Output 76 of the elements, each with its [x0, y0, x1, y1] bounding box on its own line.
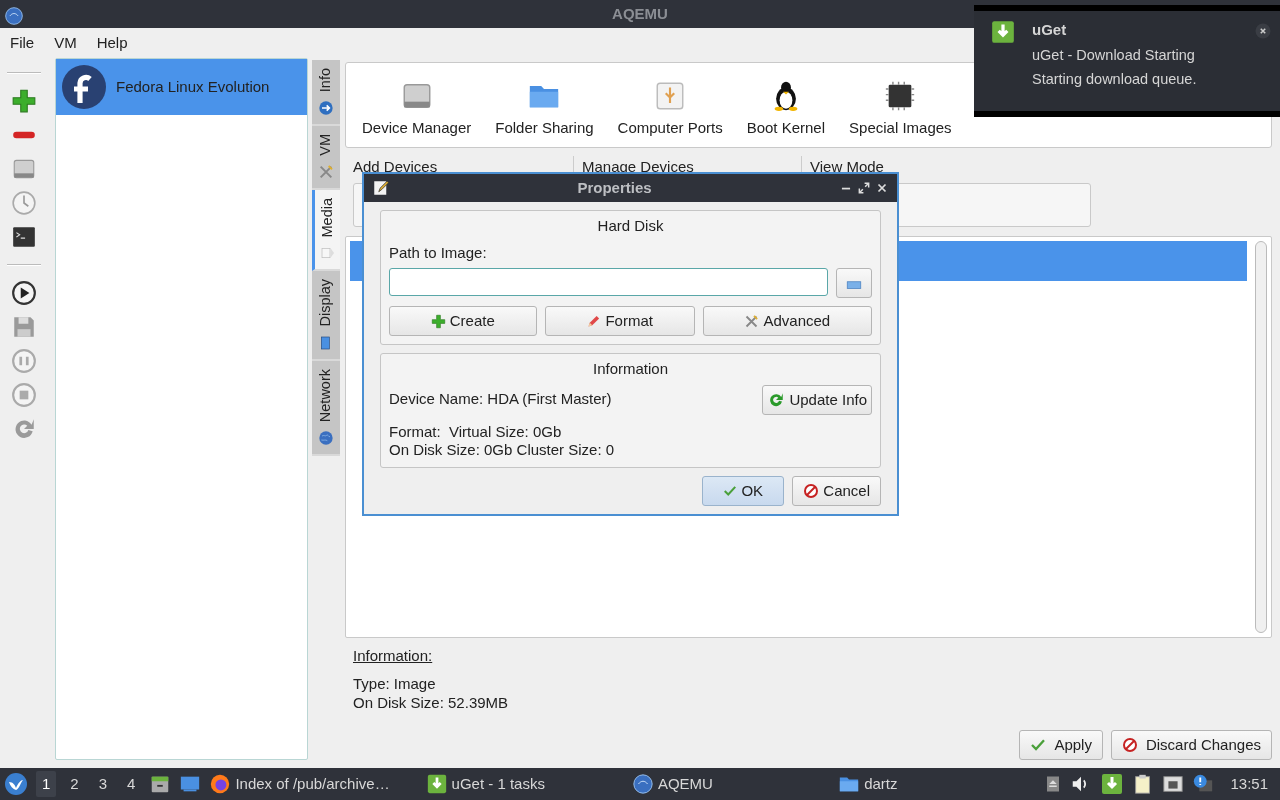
start-menu-icon[interactable]: [4, 772, 28, 796]
tools-icon: [744, 313, 760, 329]
group-label: Add Devices: [353, 157, 439, 177]
workspace-button[interactable]: 4: [121, 770, 142, 798]
toolbar-button[interactable]: Folder Sharing: [483, 78, 606, 147]
discard-button[interactable]: Discard Changes: [1110, 730, 1272, 760]
notification-title: uGet - Download Starting: [1032, 45, 1196, 65]
side-tab[interactable]: Media: [312, 189, 340, 272]
download-icon[interactable]: [1100, 772, 1125, 796]
update-info-button[interactable]: Update Info: [762, 384, 872, 415]
scrollbar[interactable]: [1255, 241, 1267, 633]
download-icon: [425, 773, 448, 795]
toolbar-button[interactable]: Boot Kernel: [734, 78, 838, 147]
plus-icon: [430, 313, 446, 329]
workspace-button[interactable]: 3: [92, 770, 114, 798]
apply-button[interactable]: Apply: [1019, 730, 1103, 760]
side-tab[interactable]: Network: [312, 361, 340, 457]
play-icon[interactable]: [11, 280, 37, 306]
toolbar-button[interactable]: Computer Ports: [605, 78, 735, 147]
taskbar-task[interactable]: dartz: [838, 772, 1037, 796]
toolbar-button[interactable]: Device Manager: [350, 78, 484, 147]
eraser-icon: [586, 313, 602, 329]
device-name: Device Name: HDA (First Master): [389, 389, 612, 410]
side-tab[interactable]: Display: [312, 271, 340, 361]
add-icon[interactable]: [11, 88, 37, 114]
close-icon[interactable]: [1254, 22, 1272, 41]
vm-list-item[interactable]: Fedora Linux Evolution: [56, 59, 307, 115]
info-text: On Disk Size: 52.39MB: [353, 693, 510, 713]
group-title: Information: [591, 359, 669, 379]
group-label: View Mode: [810, 157, 885, 177]
dialog-title: Properties: [576, 177, 653, 198]
distro-logo-icon: [60, 63, 108, 111]
info-text: Format: Virtual Size: 0Gb: [389, 422, 563, 441]
globe-icon: [631, 773, 654, 795]
info-heading: Information:: [353, 646, 434, 666]
close-icon[interactable]: [875, 181, 889, 195]
path-field[interactable]: [389, 268, 828, 296]
toolbar-button[interactable]: Special Images: [837, 78, 964, 147]
advanced-button[interactable]: Advanced: [702, 306, 872, 336]
cancel-button[interactable]: Cancel: [792, 475, 881, 506]
field-label: Path to Image:: [389, 242, 488, 263]
workspace-button[interactable]: 2: [64, 770, 85, 798]
group-title: Hard Disk: [596, 216, 665, 236]
ok-button[interactable]: OK: [702, 475, 785, 506]
download-icon: [990, 19, 1016, 45]
terminal-icon[interactable]: [11, 224, 37, 250]
browse-button[interactable]: [836, 268, 872, 298]
taskbar-task[interactable]: AQEMU: [631, 772, 831, 796]
menu-item[interactable]: File: [0, 28, 45, 58]
app-logo-icon: [4, 6, 24, 27]
format-button[interactable]: Format: [544, 306, 695, 336]
info-text: Type: Image: [353, 673, 437, 693]
no-entry-icon: [803, 482, 820, 499]
taskbar-task[interactable]: uGet - 1 tasks: [425, 772, 624, 796]
workspace-button[interactable]: 1: [36, 770, 57, 798]
check-icon: [723, 483, 738, 498]
window-title: AQEMU: [612, 3, 668, 24]
maximize-icon[interactable]: [857, 181, 871, 195]
browser-icon: [209, 773, 232, 795]
create-button[interactable]: Create: [389, 306, 537, 336]
menu-item[interactable]: Help: [86, 28, 138, 58]
menu-item[interactable]: VM: [44, 28, 87, 58]
check-icon: [1030, 737, 1047, 753]
taskbar-task[interactable]: Index of /pub/archive…: [209, 772, 418, 796]
info-text: On Disk Size: 0Gb Cluster Size: 0: [389, 440, 616, 459]
tools-icon: [318, 163, 334, 180]
globe-icon: [318, 430, 334, 447]
side-tab[interactable]: Info: [312, 60, 340, 127]
notification-body: Starting download queue.: [1032, 70, 1198, 90]
clock: 13:51: [1230, 773, 1268, 794]
side-tab[interactable]: VM: [312, 126, 340, 190]
notification-app: uGet: [1032, 20, 1068, 40]
no-entry-icon: [1121, 737, 1138, 753]
network-icon[interactable]: [1162, 773, 1185, 795]
group-label: Manage Devices: [582, 157, 695, 177]
edit-icon: [372, 179, 390, 197]
